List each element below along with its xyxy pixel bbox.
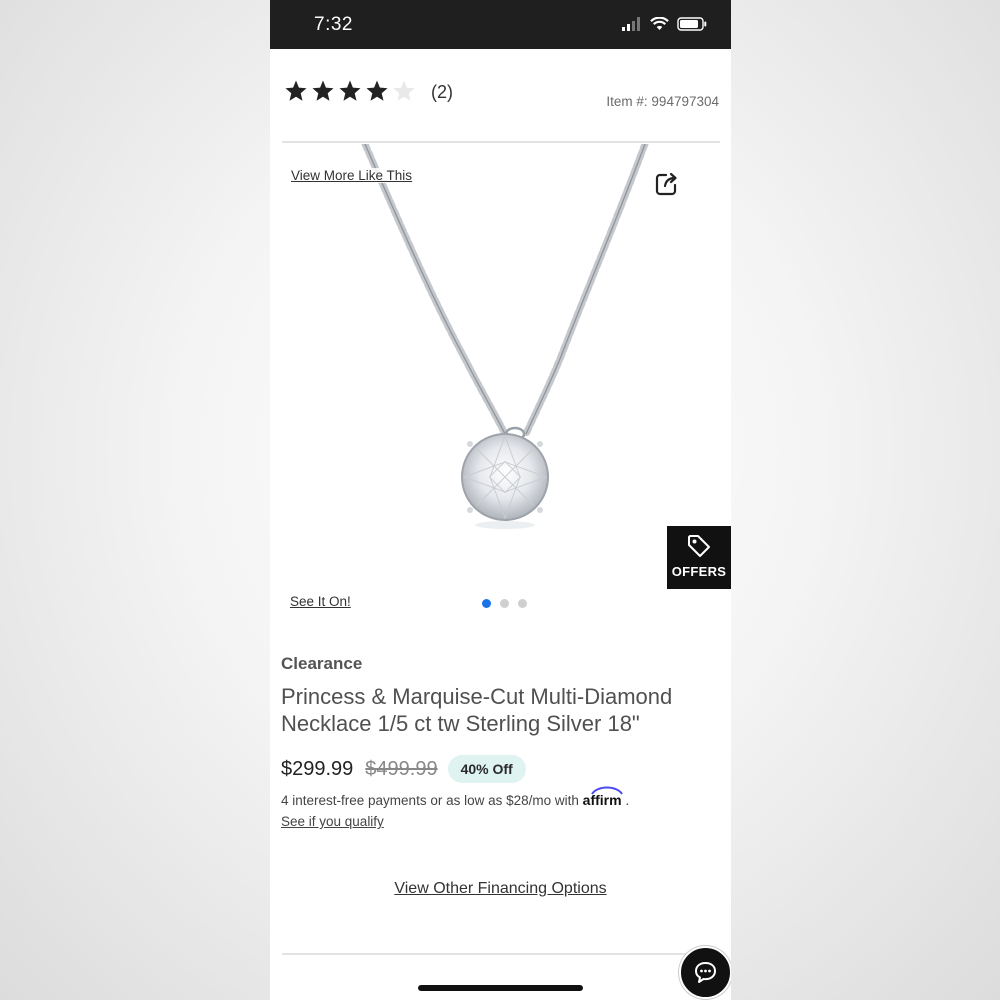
battery-icon bbox=[677, 17, 707, 31]
rating-stars[interactable] bbox=[284, 79, 416, 103]
star-filled-icon bbox=[285, 80, 307, 101]
installments-copy: 4 interest-free payments or as low as $2… bbox=[281, 793, 579, 808]
star-filled-icon bbox=[366, 80, 388, 101]
price-row: $299.99 $499.99 40% Off bbox=[281, 755, 526, 783]
view-other-financing-link[interactable]: View Other Financing Options bbox=[270, 880, 731, 898]
rating-count[interactable]: (2) bbox=[431, 82, 453, 103]
offers-button[interactable]: OFFERS bbox=[667, 526, 731, 589]
divider-bottom bbox=[282, 953, 720, 955]
product-image[interactable] bbox=[270, 144, 731, 594]
status-time: 7:32 bbox=[314, 14, 353, 35]
clearance-badge: Clearance bbox=[281, 654, 363, 673]
carousel-dot[interactable] bbox=[518, 599, 527, 608]
discount-badge: 40% Off bbox=[447, 755, 526, 783]
star-filled-icon bbox=[339, 80, 361, 101]
affirm-period: . bbox=[625, 793, 630, 808]
star-filled-icon bbox=[312, 80, 334, 101]
see-if-you-qualify-link[interactable]: See if you qualify bbox=[281, 814, 384, 829]
product-title: Princess & Marquise-Cut Multi-Diamond Ne… bbox=[281, 684, 673, 736]
wifi-icon bbox=[650, 17, 669, 30]
carousel-dot[interactable] bbox=[500, 599, 509, 608]
affirm-arc-icon bbox=[590, 786, 623, 795]
see-it-on-link[interactable]: See It On! bbox=[290, 594, 351, 609]
view-more-like-this-link[interactable]: View More Like This bbox=[290, 168, 414, 183]
original-price: $499.99 bbox=[365, 757, 438, 780]
phone-screen: 7:32 (2) Item #: 994797304 View More Lik… bbox=[270, 0, 731, 1000]
star-empty-icon bbox=[393, 80, 415, 101]
chat-icon bbox=[695, 962, 716, 983]
carousel-dots[interactable] bbox=[482, 599, 527, 608]
status-bar: 7:32 bbox=[270, 0, 731, 49]
divider-top bbox=[282, 141, 720, 143]
tag-icon bbox=[688, 535, 710, 557]
home-indicator[interactable] bbox=[418, 985, 583, 991]
item-number: Item #: 994797304 bbox=[606, 94, 719, 109]
carousel-dot[interactable] bbox=[482, 599, 491, 608]
signal-icon bbox=[622, 17, 640, 31]
share-icon[interactable] bbox=[652, 170, 680, 198]
installments-text: 4 interest-free payments or as low as $2… bbox=[281, 786, 630, 808]
status-icons bbox=[622, 17, 707, 31]
chat-button[interactable] bbox=[679, 946, 731, 999]
offers-label: OFFERS bbox=[671, 564, 727, 579]
affirm-logo: affirm bbox=[583, 786, 626, 808]
sale-price: $299.99 bbox=[281, 757, 354, 780]
